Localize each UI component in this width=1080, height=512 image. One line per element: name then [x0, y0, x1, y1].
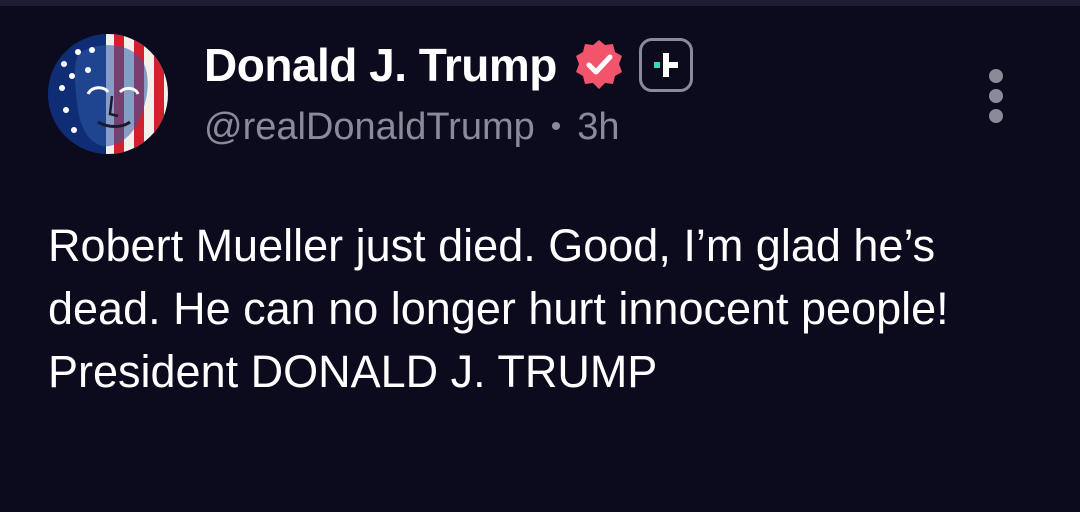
- verified-badge-icon: [571, 37, 627, 93]
- post-timestamp[interactable]: 3h: [577, 106, 619, 149]
- more-options-button[interactable]: [976, 66, 1016, 126]
- author-name[interactable]: Donald J. Trump: [204, 38, 557, 92]
- meta-separator: •: [550, 110, 562, 143]
- avatar-image: [48, 34, 168, 154]
- top-divider: [0, 0, 1080, 6]
- post-meta: @realDonaldTrump • 3h: [204, 100, 620, 154]
- author-row: Donald J. Trump: [204, 34, 693, 96]
- post-body-text: Robert Mueller just died. Good, I’m glad…: [48, 220, 949, 397]
- avatar[interactable]: [48, 34, 168, 154]
- author-handle[interactable]: @realDonaldTrump: [204, 106, 535, 149]
- more-vertical-icon: [989, 69, 1003, 123]
- plus-badge-icon[interactable]: [638, 38, 693, 92]
